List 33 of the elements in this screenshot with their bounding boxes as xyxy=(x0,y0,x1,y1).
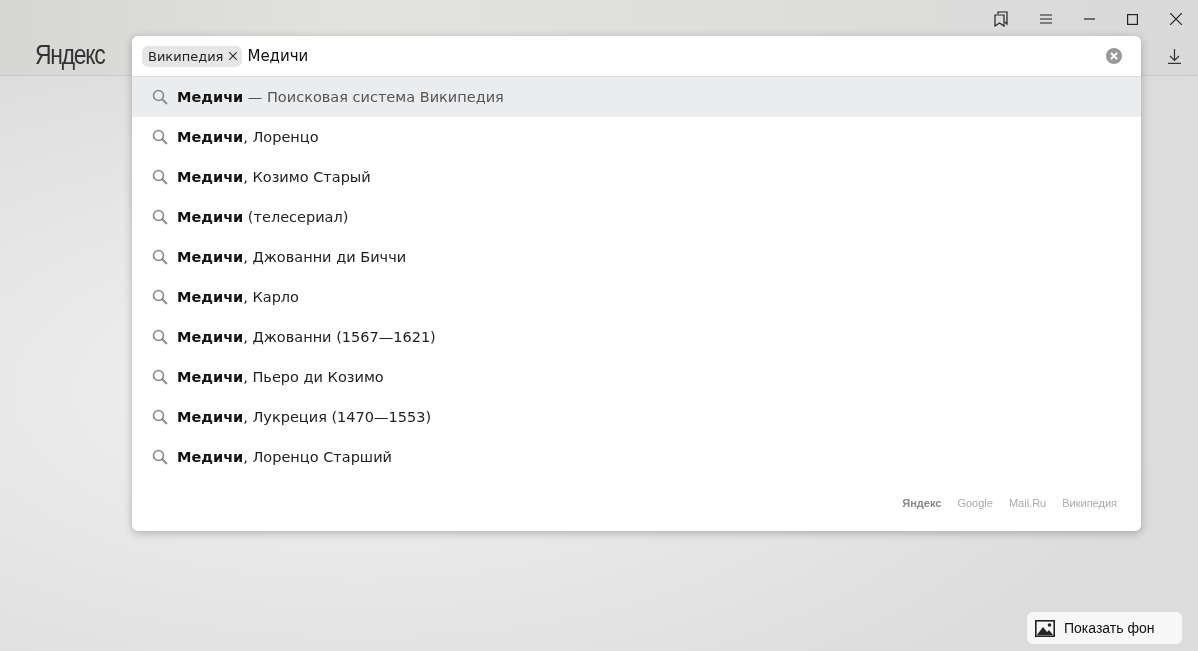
suggestion-item[interactable]: Медичи (телесериал) xyxy=(132,197,1141,237)
search-scope-tag[interactable]: Википедия xyxy=(142,45,243,67)
scope-label: Википедия xyxy=(148,48,224,64)
search-icon xyxy=(152,209,168,225)
download-icon[interactable] xyxy=(1168,49,1181,64)
search-icon xyxy=(152,89,168,105)
search-icon xyxy=(152,449,168,465)
search-icon xyxy=(152,409,168,425)
suggestion-item[interactable]: Медичи, Пьеро ди Козимо xyxy=(132,357,1141,397)
bookmarks-icon[interactable] xyxy=(994,11,1008,27)
search-icon xyxy=(152,129,168,145)
suggestion-item[interactable]: Медичи, Джованни (1567—1621) xyxy=(132,317,1141,357)
suggestion-item[interactable]: Медичи, Лоренцо xyxy=(132,117,1141,157)
show-background-button[interactable]: Показать фон xyxy=(1027,612,1182,644)
suggestion-item[interactable]: Медичи, Лоренцо Старший xyxy=(132,437,1141,477)
browser-logo[interactable]: Яндекс xyxy=(35,40,105,71)
image-icon xyxy=(1035,619,1055,637)
search-icon xyxy=(152,249,168,265)
clear-icon[interactable] xyxy=(1106,48,1122,64)
suggestion-item[interactable]: Медичи, Карло xyxy=(132,277,1141,317)
suggestion-item[interactable]: Медичи, Лукреция (1470—1553) xyxy=(132,397,1141,437)
maximize-icon[interactable] xyxy=(1127,13,1138,25)
search-icon xyxy=(152,289,168,305)
suggestion-item[interactable]: Медичи — Поисковая система Википедия xyxy=(132,77,1141,117)
search-icon xyxy=(152,329,168,345)
menu-icon[interactable] xyxy=(1040,14,1052,24)
close-icon[interactable] xyxy=(1170,13,1182,25)
search-engine-link[interactable]: Яндекс xyxy=(902,497,942,509)
remove-icon[interactable] xyxy=(229,52,238,60)
suggestion-item[interactable]: Медичи, Джованни ди Биччи xyxy=(132,237,1141,277)
search-icon xyxy=(152,369,168,385)
suggestion-item[interactable]: Медичи, Козимо Старый xyxy=(132,157,1141,197)
search-icon xyxy=(152,169,168,185)
